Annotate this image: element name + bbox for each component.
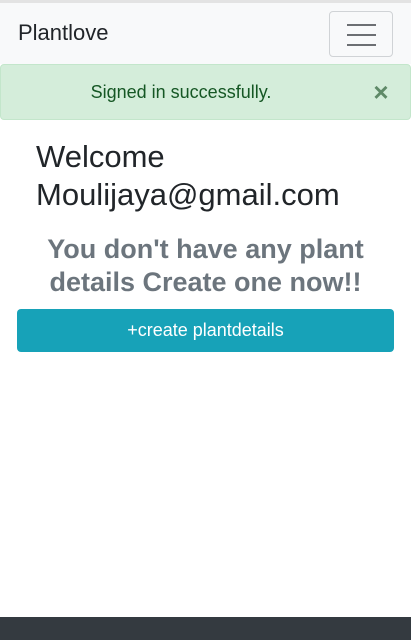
- create-plant-details-button[interactable]: +create plantdetails: [17, 309, 394, 352]
- navbar-toggle-button[interactable]: [329, 11, 393, 57]
- hamburger-icon-bottom: [347, 44, 376, 46]
- success-alert: Signed in successfully. ×: [0, 64, 411, 120]
- close-icon[interactable]: ×: [369, 77, 393, 107]
- hamburger-icon-middle: [347, 34, 376, 36]
- empty-state-line-2: details Create one now!!: [49, 267, 362, 297]
- navbar: Plantlove: [0, 0, 411, 64]
- brand-logo-text[interactable]: Plantlove: [18, 20, 109, 46]
- empty-state-line-1: You don't have any plant: [47, 234, 364, 264]
- welcome-label: Welcome: [36, 139, 165, 174]
- welcome-heading: Welcome Moulijaya@gmail.com: [36, 138, 396, 214]
- empty-state-message: You don't have any plant details Create …: [0, 233, 411, 299]
- alert-message: Signed in successfully.: [90, 82, 272, 102]
- footer: [0, 617, 411, 640]
- user-email: Moulijaya@gmail.com: [36, 177, 340, 212]
- hamburger-icon: [347, 24, 376, 26]
